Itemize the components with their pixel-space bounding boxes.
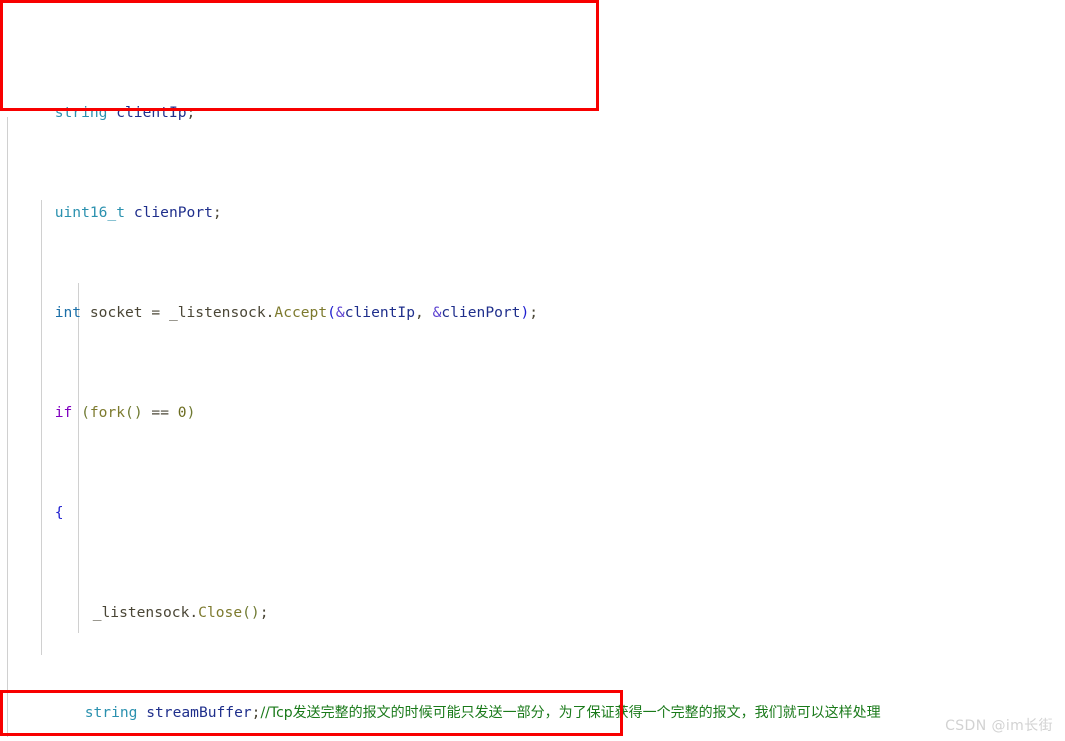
token-identifier: clienPort <box>133 204 213 221</box>
token-keyword: if <box>54 404 73 421</box>
token-function: Accept <box>274 304 328 321</box>
token-function: fork <box>89 404 126 421</box>
code-comment-1: //Tcp发送完整的报文的时候可能只发送一部分，为了保证获得一个完整的报文，我们… <box>260 705 881 721</box>
token-type: int <box>54 304 82 321</box>
token-type: string <box>84 704 138 721</box>
code-line: string clientIp; <box>54 104 196 121</box>
code-screenshot: string clientIp; uint16_t clienPort; int… <box>0 0 1065 741</box>
watermark: CSDN @im长街 <box>945 718 1053 734</box>
code-line: uint16_t clienPort; <box>54 204 222 221</box>
code-block: string clientIp; uint16_t clienPort; int… <box>0 0 1065 741</box>
code-line: _listensock.Close(); <box>92 604 269 621</box>
token-function: Close <box>198 604 243 621</box>
code-line: int socket = _listensock.Accept(&clientI… <box>54 304 539 321</box>
token-number: 0 <box>177 404 187 421</box>
token-type: string <box>54 104 108 121</box>
token-brace: { <box>54 504 64 521</box>
token-identifier: streamBuffer <box>146 704 252 721</box>
code-line: { <box>0 475 1065 521</box>
code-line: string streamBuffer;//Tcp发送完整的报文的时候可能只发送… <box>84 704 881 721</box>
code-line: if (fork() == 0) <box>54 404 196 421</box>
token-identifier: clientIp <box>116 104 187 121</box>
token-type: uint16_t <box>54 204 126 221</box>
